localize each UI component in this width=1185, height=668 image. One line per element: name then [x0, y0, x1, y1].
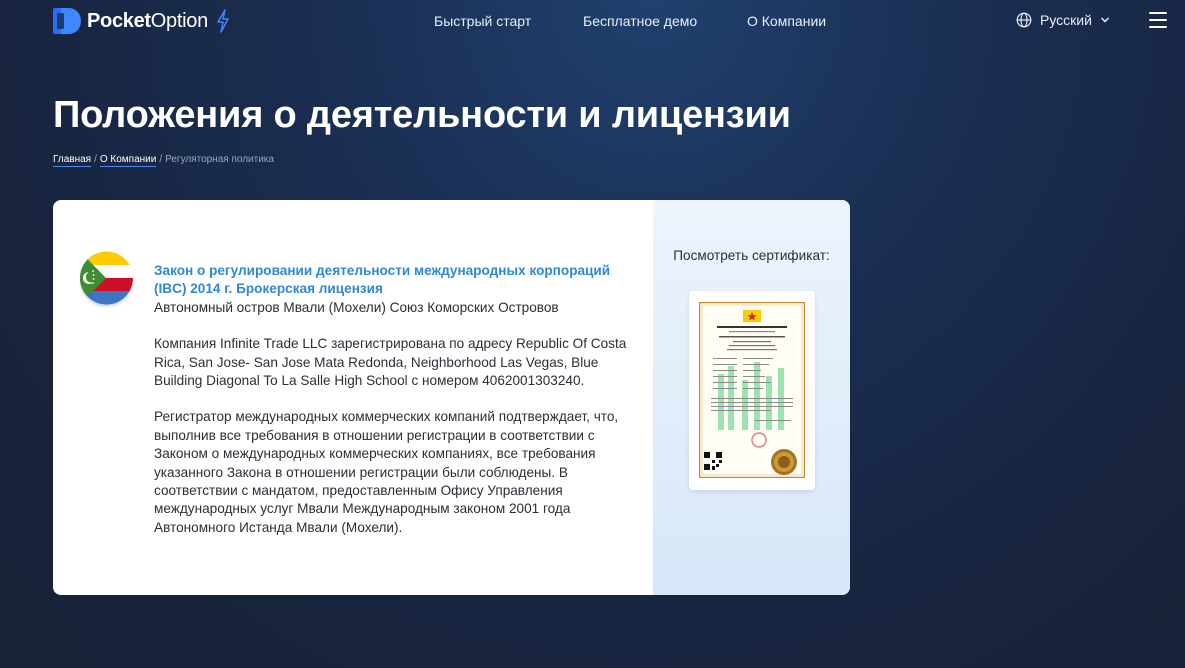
company-registration-text: Компания Infinite Trade LLC зарегистриро…: [154, 336, 627, 389]
pocketoption-logo[interactable]: PocketOption: [53, 8, 230, 34]
globe-icon: [1016, 12, 1032, 28]
logo-icon: [53, 8, 81, 34]
breadcrumb-current: Регуляторная политика: [165, 154, 274, 165]
nav-free-demo[interactable]: Бесплатное демо: [583, 13, 697, 29]
license-details: Закон о регулировании деятельности между…: [154, 262, 634, 537]
jurisdiction-text: Автономный остров Мвали (Мохели) Союз Ко…: [154, 299, 559, 315]
breadcrumb: Главная / О Компании / Регуляторная политика: [53, 154, 274, 167]
site-header: PocketOption Быстрый старт Бесплатное де…: [0, 0, 1185, 44]
certificate-image: [699, 302, 805, 478]
law-title: Закон о регулировании деятельности между…: [154, 263, 611, 297]
lightning-icon: [217, 9, 229, 33]
breadcrumb-home[interactable]: Главная: [53, 154, 92, 167]
language-selector[interactable]: Русский: [1016, 12, 1110, 28]
registrar-statement-text: Регистратор международных коммерческих к…: [154, 409, 619, 535]
logo-text: PocketOption: [87, 9, 208, 32]
certificate-thumbnail[interactable]: [689, 291, 815, 490]
page-title: Положения о деятельности и лицензии: [53, 94, 791, 136]
chevron-down-icon: [1100, 17, 1109, 23]
nav-about[interactable]: О Компании: [747, 13, 826, 29]
menu-icon[interactable]: [1149, 12, 1167, 30]
nav-quick-start[interactable]: Быстрый старт: [434, 13, 531, 29]
license-card: Закон о регулировании деятельности между…: [53, 200, 850, 595]
certificate-label: Посмотреть сертификат:: [673, 248, 830, 263]
language-label: Русский: [1040, 12, 1092, 28]
certificate-panel: Посмотреть сертификат:: [653, 200, 850, 595]
comoros-flag-icon: [80, 251, 133, 305]
breadcrumb-about[interactable]: О Компании: [99, 154, 157, 167]
